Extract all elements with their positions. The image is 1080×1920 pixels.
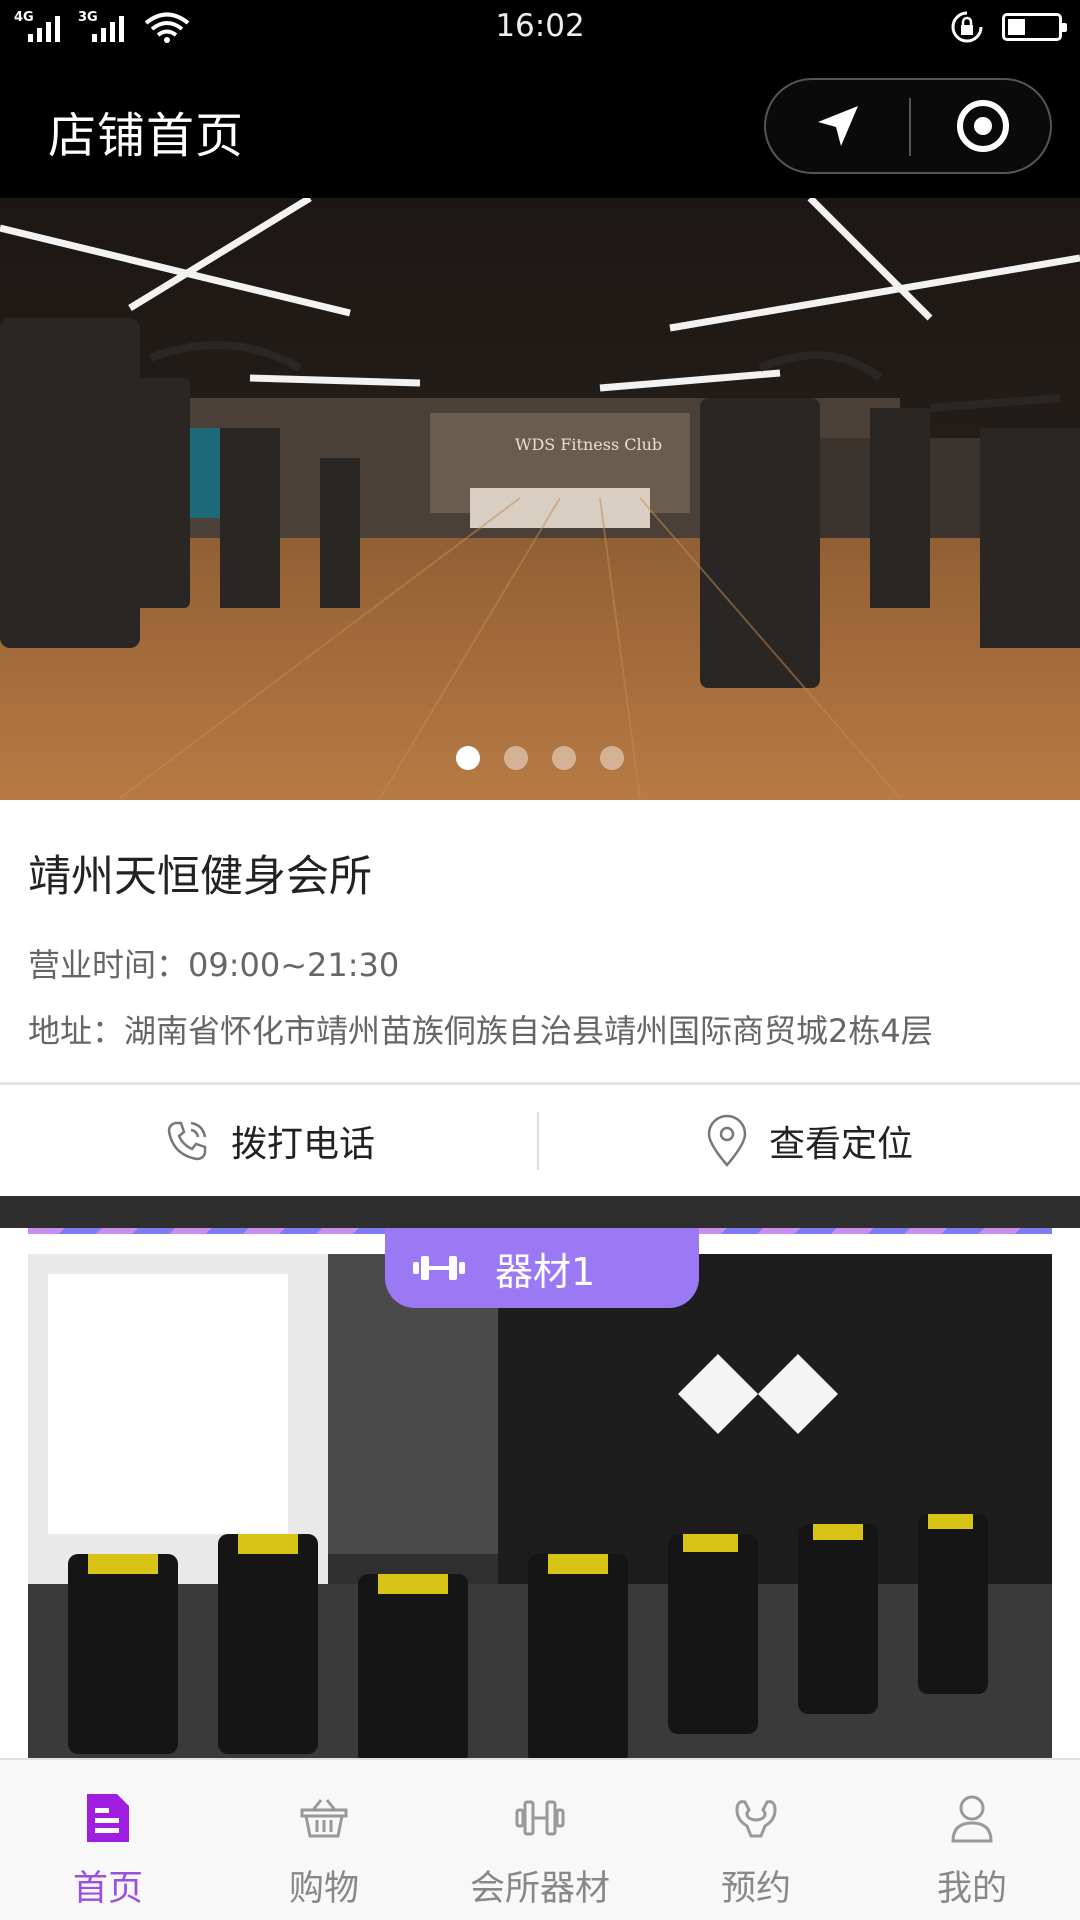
tab-shopping[interactable]: 购物 bbox=[216, 1760, 432, 1920]
locate-label: 查看定位 bbox=[768, 1123, 913, 1165]
tab-label: 预约 bbox=[720, 1869, 791, 1909]
carousel-dot[interactable] bbox=[456, 746, 480, 770]
status-right bbox=[950, 10, 1067, 44]
equipment-section: 器材1 bbox=[0, 1228, 1080, 1758]
page-title: 店铺首页 bbox=[48, 108, 245, 164]
banner-carousel[interactable]: WDS Fitness Club bbox=[0, 198, 1080, 800]
location-arrow-icon bbox=[817, 106, 858, 146]
basket-icon bbox=[294, 1788, 354, 1848]
equipment-badge: 器材1 bbox=[385, 1228, 699, 1308]
tab-label: 我的 bbox=[936, 1869, 1007, 1909]
muscle-icon bbox=[726, 1788, 786, 1848]
location-button[interactable] bbox=[766, 80, 909, 172]
close-miniprogram-button[interactable] bbox=[911, 80, 1054, 172]
dumbbell-icon bbox=[510, 1788, 570, 1848]
battery-icon bbox=[1002, 13, 1067, 41]
call-label: 拨打电话 bbox=[230, 1123, 375, 1165]
tab-home[interactable]: 首页 bbox=[0, 1760, 216, 1920]
rotation-lock-icon bbox=[951, 11, 983, 43]
home-document-icon bbox=[78, 1788, 138, 1848]
store-actions: 拨打电话 查看定位 bbox=[0, 1085, 1080, 1196]
equipment-card[interactable] bbox=[28, 1254, 1052, 1758]
store-name: 靖州天恒健身会所 bbox=[28, 852, 372, 902]
business-hours: 营业时间：09:00~21:30 bbox=[28, 946, 400, 984]
call-button[interactable]: 拨打电话 bbox=[0, 1085, 538, 1196]
equipment-badge-label: 器材1 bbox=[495, 1249, 596, 1294]
mini-program-capsule bbox=[764, 78, 1052, 174]
store-address: 地址：湖南省怀化市靖州苗族侗族自治县靖州国际商贸城2栋4层 bbox=[28, 1012, 933, 1050]
map-pin-icon bbox=[707, 1114, 747, 1167]
carousel-dot[interactable] bbox=[504, 746, 528, 770]
spin-bikes-image bbox=[28, 1254, 1052, 1758]
user-icon bbox=[942, 1788, 1002, 1848]
status-bar: 4G 3G 16:02 bbox=[0, 0, 1080, 56]
tab-label: 首页 bbox=[72, 1869, 143, 1909]
action-divider bbox=[537, 1112, 539, 1170]
navigation-bar: 店铺首页 bbox=[0, 56, 1080, 198]
tab-mine[interactable]: 我的 bbox=[864, 1760, 1080, 1920]
gym-sign-text: WDS Fitness Club bbox=[515, 435, 662, 454]
tab-booking[interactable]: 预约 bbox=[648, 1760, 864, 1920]
tab-club-equipment[interactable]: 会所器材 bbox=[432, 1760, 648, 1920]
phone-icon bbox=[167, 1121, 207, 1160]
status-time: 16:02 bbox=[495, 8, 585, 44]
dumbbell-icon bbox=[413, 1256, 465, 1280]
tab-bar: 首页 购物 会所器材 预约 我的 bbox=[0, 1758, 1080, 1920]
carousel-indicator bbox=[0, 746, 1080, 770]
gym-interior-image: WDS Fitness Club bbox=[0, 198, 1080, 800]
tab-label: 会所器材 bbox=[469, 1869, 610, 1909]
view-location-button[interactable]: 查看定位 bbox=[540, 1085, 1078, 1196]
tab-label: 购物 bbox=[288, 1869, 359, 1909]
target-icon bbox=[956, 100, 1009, 152]
store-info: 靖州天恒健身会所 营业时间：09:00~21:30 地址：湖南省怀化市靖州苗族侗… bbox=[0, 800, 1080, 1084]
section-gap bbox=[0, 1196, 1080, 1228]
carousel-dot[interactable] bbox=[552, 746, 576, 770]
carousel-dot[interactable] bbox=[600, 746, 624, 770]
